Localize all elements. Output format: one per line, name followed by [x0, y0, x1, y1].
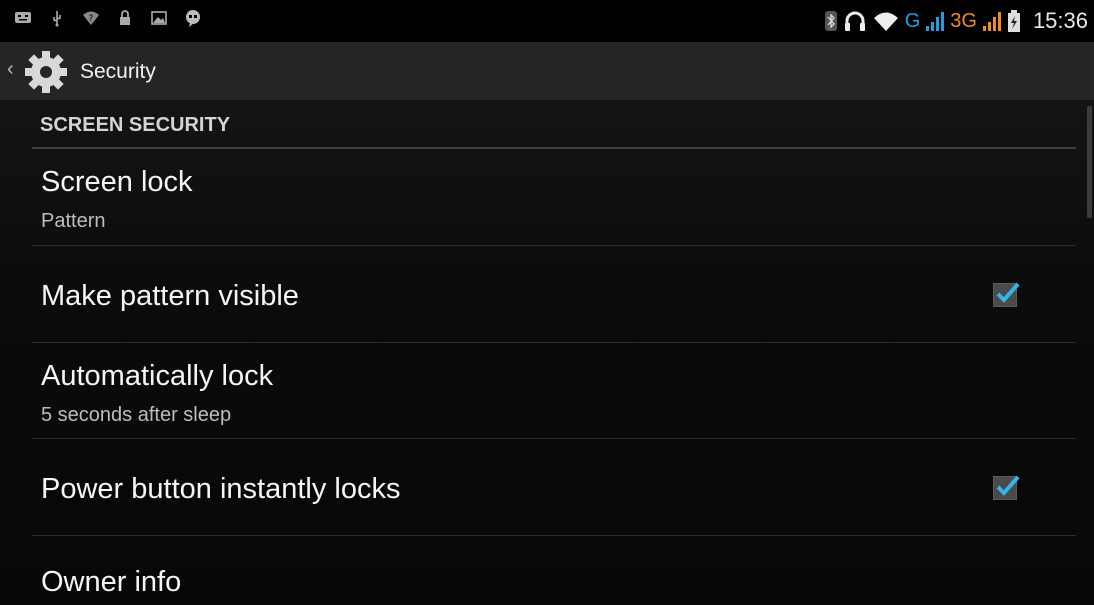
gear-icon[interactable]	[23, 49, 69, 95]
bbm-icon	[15, 12, 31, 23]
setting-title: Screen lock	[41, 166, 193, 198]
status-bar: ? G 3G 15:36	[0, 0, 1094, 42]
svg-text:?: ?	[89, 14, 94, 24]
lock-icon	[120, 10, 130, 25]
setting-make-pattern-visible[interactable]: Make pattern visible	[0, 246, 1080, 342]
checkmark-icon	[996, 282, 1020, 303]
wifi-question-icon: ?	[83, 11, 99, 25]
setting-automatically-lock[interactable]: Automatically lock 5 seconds after sleep	[0, 343, 1080, 439]
back-chevron-icon[interactable]: ‹	[7, 58, 14, 81]
setting-title: Make pattern visible	[41, 280, 299, 312]
battery-icon	[1007, 10, 1020, 32]
headset-icon	[844, 11, 865, 31]
wifi-icon	[873, 12, 898, 31]
signal-icon	[926, 12, 945, 31]
setting-summary: 5 seconds after sleep	[41, 404, 232, 426]
setting-power-button-locks[interactable]: Power button instantly locks	[0, 439, 1080, 535]
power-button-lock-checkbox[interactable]	[993, 475, 1020, 500]
setting-summary: Pattern	[41, 210, 106, 232]
section-header: SCREEN SECURITY	[40, 114, 231, 136]
network-g-label: G	[904, 9, 921, 32]
settings-list: SCREEN SECURITY Screen lock Pattern Make…	[0, 100, 1094, 605]
setting-title: Automatically lock	[41, 360, 274, 392]
action-bar: ‹ Security	[0, 42, 1094, 100]
system-icons: G 3G 15:36	[824, 8, 1088, 34]
chat-icon	[186, 10, 200, 27]
clock: 15:36	[1032, 8, 1088, 33]
scrollbar[interactable]	[1087, 106, 1092, 218]
bluetooth-icon	[824, 11, 837, 31]
checkmark-icon	[996, 475, 1020, 496]
notification-icons: ?	[14, 9, 202, 27]
setting-title: Power button instantly locks	[41, 473, 401, 505]
pattern-visible-checkbox[interactable]	[993, 282, 1020, 307]
setting-owner-info[interactable]: Owner info	[0, 536, 1080, 605]
image-icon	[151, 11, 167, 25]
network-3g-label: 3G	[950, 9, 977, 32]
setting-title: Owner info	[41, 566, 182, 598]
page-title: Security	[80, 60, 156, 83]
usb-icon	[53, 11, 61, 27]
signal-3g-icon	[982, 12, 1001, 31]
setting-screen-lock[interactable]: Screen lock Pattern	[0, 149, 1080, 245]
